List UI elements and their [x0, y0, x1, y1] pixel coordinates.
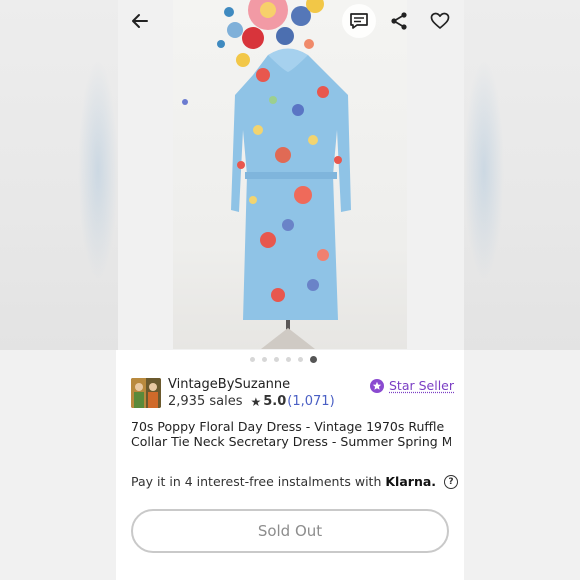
listing-title: 70s Poppy Floral Day Dress - Vintage 197… — [131, 419, 451, 449]
klarna-text: Pay it in 4 interest-free instalments wi… — [131, 474, 382, 489]
share-icon[interactable] — [382, 4, 416, 38]
dress-shape — [231, 48, 351, 320]
blurred-backdrop-left — [0, 0, 118, 350]
carousel-dot-active[interactable] — [310, 355, 317, 363]
carousel-indicator[interactable] — [250, 355, 330, 363]
carousel-dot[interactable] — [274, 356, 279, 362]
back-arrow-icon[interactable] — [123, 4, 157, 38]
star-seller-label: Star Seller — [389, 378, 455, 393]
shop-avatar[interactable] — [131, 378, 161, 408]
klarna-logo: Klarna. — [385, 474, 437, 489]
message-icon[interactable] — [342, 4, 376, 38]
product-image[interactable] — [173, 0, 407, 349]
sold-out-button[interactable]: Sold Out — [131, 509, 449, 553]
rating-value: 5.0 — [263, 394, 287, 409]
star-icon: ★ — [250, 394, 262, 409]
carousel-dot[interactable] — [298, 356, 303, 362]
sales-count: 2,935 sales — [168, 394, 243, 409]
listing-title-line: 70s Poppy Floral Day Dress - Vintage 197… — [131, 419, 445, 434]
shop-stats: 2,935 sales ★ 5.0 (1,071) — [168, 394, 335, 409]
listing-screen: VintageBySuzanne 2,935 sales ★ 5.0 (1,07… — [0, 0, 580, 580]
review-count-link[interactable]: (1,071) — [287, 394, 334, 409]
klarna-payment-info: Pay it in 4 interest-free instalments wi… — [131, 474, 459, 489]
carousel-dot[interactable] — [250, 356, 255, 362]
help-icon[interactable]: ? — [444, 474, 459, 489]
carousel-dot[interactable] — [262, 356, 267, 362]
shop-name-link[interactable]: VintageBySuzanne — [168, 377, 290, 392]
star-seller-icon — [370, 378, 384, 393]
blurred-backdrop-right — [464, 0, 580, 350]
listing-title-line: Collar Tie Neck Secretary Dress - Summer… — [131, 434, 451, 449]
star-seller-badge[interactable]: Star Seller — [370, 378, 454, 393]
heart-icon[interactable] — [423, 4, 457, 38]
carousel-dot[interactable] — [286, 356, 291, 362]
